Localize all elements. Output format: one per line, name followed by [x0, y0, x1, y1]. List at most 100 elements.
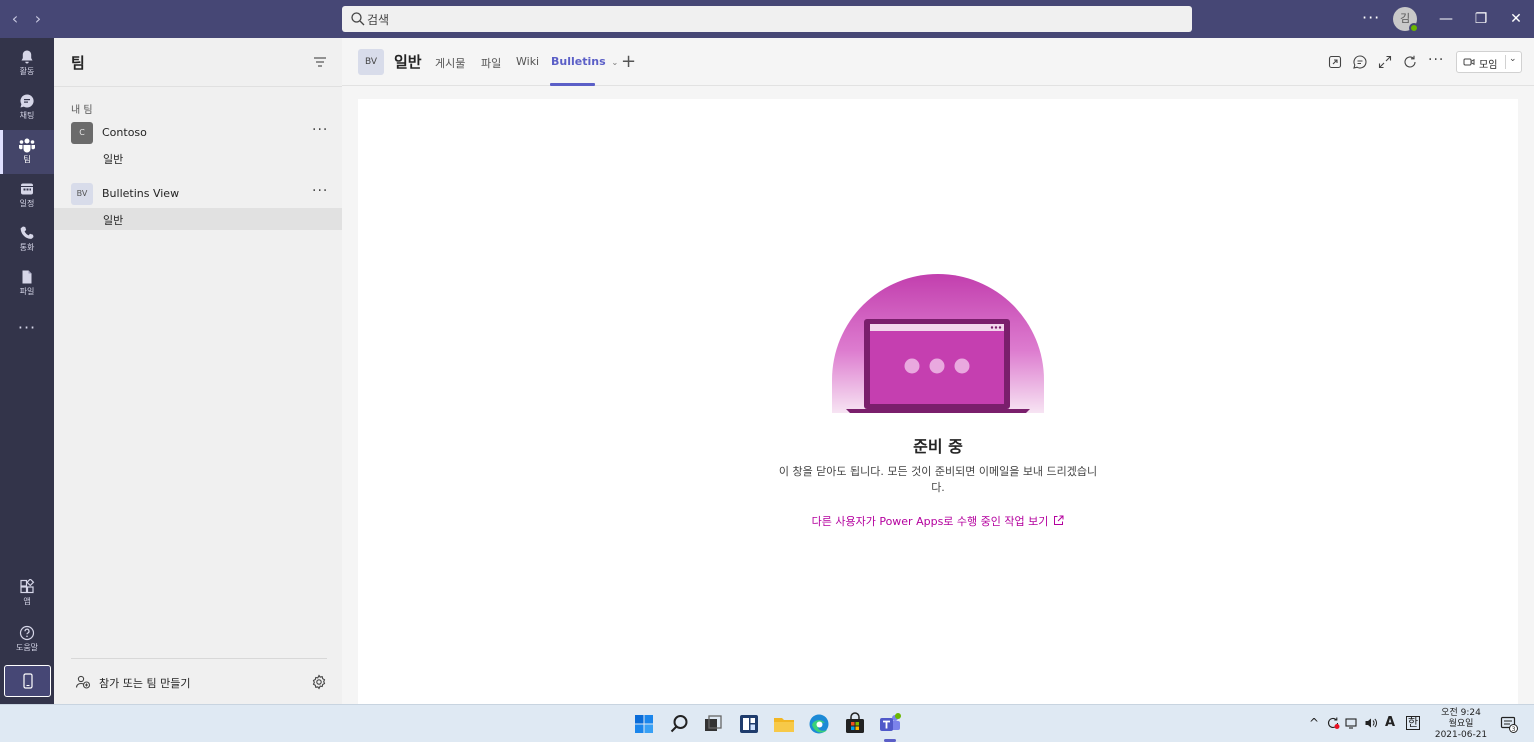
windows-start-icon[interactable] — [632, 712, 656, 736]
ime-indicator[interactable]: A — [1383, 716, 1397, 730]
rail-item-chat[interactable]: 채팅 — [0, 86, 54, 130]
forward-arrow-icon[interactable]: › — [29, 10, 47, 28]
close-button[interactable]: ✕ — [1506, 9, 1526, 29]
clock-date: 2021-06-21 — [1434, 730, 1488, 740]
widgets-icon[interactable] — [737, 712, 761, 736]
clock-time: 오전 9:24 — [1441, 708, 1481, 718]
file-icon — [22, 270, 32, 284]
rail-more-button[interactable]: ··· — [0, 318, 54, 337]
team-name: Contoso — [102, 126, 147, 139]
back-arrow-icon[interactable]: ‹ — [6, 10, 24, 28]
team-avatar: BV — [71, 183, 93, 205]
teams-panel: 팀 내 팀 C Contoso ··· 일반 BV Bulletins View… — [54, 38, 342, 704]
power-apps-link[interactable]: 다른 사용자가 Power Apps로 수행 중인 작업 보기 — [358, 513, 1518, 529]
divider — [1505, 55, 1506, 69]
task-view-icon[interactable] — [701, 712, 725, 736]
team-name: Bulletins View — [102, 187, 180, 200]
divider — [71, 658, 327, 659]
title-bar: ‹ › 검색 ··· 김 — ❐ ✕ — [0, 0, 1534, 38]
refresh-icon[interactable] — [1402, 54, 1418, 70]
rail-label: 일정 — [19, 199, 35, 208]
header-more-button[interactable]: ··· — [1428, 52, 1444, 68]
edge-browser-icon[interactable] — [807, 712, 831, 736]
search-placeholder: 검색 — [367, 13, 390, 27]
expand-icon[interactable] — [1377, 54, 1393, 70]
video-camera-icon — [1463, 58, 1475, 66]
apps-icon — [20, 579, 35, 594]
sync-icon[interactable] — [1326, 716, 1340, 730]
settings-more-button[interactable]: ··· — [1362, 8, 1380, 27]
laptop-loading-illustration — [832, 274, 1044, 413]
rail-item-teams[interactable]: 팀 — [0, 130, 54, 174]
clock[interactable]: 오전 9:24 월요일 2021-06-21 — [1426, 708, 1496, 741]
rail-item-help[interactable]: 도움말 — [0, 618, 54, 662]
rail-item-activity[interactable]: 활동 — [0, 42, 54, 86]
pop-out-icon[interactable] — [1327, 54, 1343, 70]
windows-taskbar: ^ A 한 오전 9:24 월요일 2021-06-21 3 — [0, 704, 1534, 742]
team-item-contoso[interactable]: C Contoso ··· — [54, 120, 342, 146]
restore-button[interactable]: ❐ — [1471, 9, 1491, 29]
mobile-phone-icon — [23, 673, 33, 689]
chevron-down-icon[interactable]: ⌄ — [1509, 54, 1517, 64]
channel-item-general[interactable]: 일반 — [54, 147, 342, 169]
status-title: 준비 중 — [913, 437, 963, 456]
rail-label: 앱 — [23, 597, 31, 606]
join-label: 참가 또는 팀 만들기 — [99, 677, 191, 690]
phone-icon — [20, 226, 34, 239]
device-button[interactable] — [4, 665, 51, 697]
add-tab-button[interactable]: + — [621, 51, 636, 72]
meet-button[interactable]: 모임 ⌄ — [1456, 51, 1522, 73]
file-explorer-icon[interactable] — [772, 712, 796, 736]
conversation-icon[interactable] — [1352, 54, 1368, 70]
section-label: 내 팀 — [71, 105, 93, 116]
team-more-button[interactable]: ··· — [312, 122, 328, 138]
rail-label: 파일 — [19, 287, 35, 296]
rail-item-apps[interactable]: 앱 — [0, 572, 54, 616]
volume-icon[interactable] — [1364, 716, 1378, 730]
clock-day: 월요일 — [1448, 719, 1474, 729]
gear-icon[interactable] — [311, 674, 327, 690]
rail-label: 채팅 — [19, 111, 35, 120]
rail-item-files[interactable]: 파일 — [0, 262, 54, 306]
store-icon[interactable] — [843, 712, 867, 736]
tab-wiki[interactable]: Wiki — [516, 55, 539, 68]
external-link-icon — [1054, 515, 1064, 525]
team-avatar: C — [71, 122, 93, 144]
notification-center-icon[interactable]: 3 — [1500, 715, 1518, 733]
avatar-initial: 김 — [1399, 12, 1411, 25]
tab-label: Bulletins — [551, 55, 606, 68]
channel-item-general-active[interactable]: 일반 — [54, 208, 342, 230]
search-input[interactable]: 검색 — [342, 6, 1192, 32]
rail-label: 팀 — [23, 155, 31, 164]
add-people-icon — [75, 675, 91, 689]
avatar[interactable]: 김 — [1393, 7, 1419, 33]
meet-label: 모임 — [1479, 60, 1498, 71]
status-description: 이 창을 닫아도 됩니다. 모든 것이 준비되면 이메일을 보내 드리겠습니다. — [778, 465, 1098, 494]
search-icon[interactable] — [667, 712, 691, 736]
teams-icon — [19, 138, 35, 153]
rail-item-calendar[interactable]: 일정 — [0, 174, 54, 218]
page-title: 팀 — [71, 54, 85, 72]
team-item-bulletins-view[interactable]: BV Bulletins View ··· — [54, 181, 342, 207]
rail-item-calls[interactable]: 통화 — [0, 218, 54, 262]
channel-name: 일반 — [103, 214, 124, 227]
join-or-create-team-button[interactable]: 참가 또는 팀 만들기 — [71, 672, 271, 692]
tab-posts[interactable]: 게시물 — [435, 55, 465, 71]
hangul-indicator[interactable]: 한 — [1406, 716, 1420, 730]
link-label: 다른 사용자가 Power Apps로 수행 중인 작업 보기 — [811, 515, 1049, 528]
rail-label: 활동 — [19, 67, 35, 76]
minimize-button[interactable]: — — [1436, 9, 1456, 29]
tab-files[interactable]: 파일 — [481, 55, 501, 71]
help-icon — [19, 625, 35, 641]
team-more-button[interactable]: ··· — [312, 183, 328, 199]
chevron-up-icon[interactable]: ^ — [1307, 716, 1321, 730]
filter-icon[interactable] — [312, 54, 328, 70]
network-icon[interactable] — [1345, 716, 1359, 730]
tab-bulletins[interactable]: Bulletins ⌄ — [551, 55, 618, 68]
notification-count: 3 — [1512, 726, 1516, 733]
chevron-down-icon: ⌄ — [611, 58, 619, 67]
calendar-icon — [21, 183, 33, 195]
rail-label: 통화 — [19, 243, 35, 252]
bulletins-content: 준비 중 이 창을 닫아도 됩니다. 모든 것이 준비되면 이메일을 보내 드리… — [358, 99, 1518, 704]
teams-app-icon[interactable] — [878, 712, 902, 736]
